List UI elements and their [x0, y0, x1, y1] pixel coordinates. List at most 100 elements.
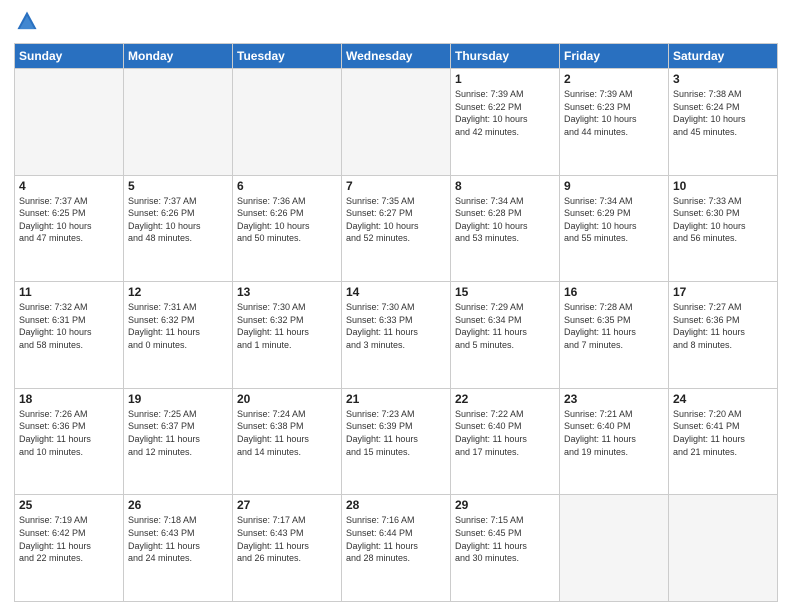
logo-icon [16, 10, 38, 32]
day-number: 24 [673, 392, 773, 406]
day-info: Sunrise: 7:16 AM Sunset: 6:44 PM Dayligh… [346, 514, 446, 564]
calendar-cell: 8 Sunrise: 7:34 AM Sunset: 6:28 PM Daylig… [451, 175, 560, 282]
calendar-cell: 16 Sunrise: 7:28 AM Sunset: 6:35 PM Dayli… [560, 282, 669, 389]
col-header-wednesday: Wednesday [342, 44, 451, 69]
calendar-cell: 9 Sunrise: 7:34 AM Sunset: 6:29 PM Daylig… [560, 175, 669, 282]
day-number: 21 [346, 392, 446, 406]
calendar-cell: 19 Sunrise: 7:25 AM Sunset: 6:37 PM Dayli… [124, 388, 233, 495]
calendar-cell: 24 Sunrise: 7:20 AM Sunset: 6:41 PM Dayli… [669, 388, 778, 495]
day-number: 1 [455, 72, 555, 86]
calendar-cell [560, 495, 669, 602]
page: SundayMondayTuesdayWednesdayThursdayFrid… [0, 0, 792, 612]
calendar-cell: 29Sunrise: 7:15 AM Sunset: 6:45 PM Dayli… [451, 495, 560, 602]
calendar-cell: 15Sunrise: 7:29 AM Sunset: 6:34 PM Dayli… [451, 282, 560, 389]
day-number: 19 [128, 392, 228, 406]
day-number: 10 [673, 179, 773, 193]
day-info: Sunrise: 7:35 AM Sunset: 6:27 PM Dayligh… [346, 195, 446, 245]
day-number: 23 [564, 392, 664, 406]
day-info: Sunrise: 7:24 AM Sunset: 6:38 PM Dayligh… [237, 408, 337, 458]
logo [14, 14, 38, 37]
day-info: Sunrise: 7:19 AM Sunset: 6:42 PM Dayligh… [19, 514, 119, 564]
day-info: Sunrise: 7:39 AM Sunset: 6:22 PM Dayligh… [455, 88, 555, 138]
day-number: 9 [564, 179, 664, 193]
day-number: 18 [19, 392, 119, 406]
day-info: Sunrise: 7:31 AM Sunset: 6:32 PM Dayligh… [128, 301, 228, 351]
day-number: 25 [19, 498, 119, 512]
day-number: 20 [237, 392, 337, 406]
calendar-cell: 1 Sunrise: 7:39 AM Sunset: 6:22 PM Daylig… [451, 69, 560, 176]
col-header-friday: Friday [560, 44, 669, 69]
calendar-week-row: 18 Sunrise: 7:26 AM Sunset: 6:36 PM Dayli… [15, 388, 778, 495]
day-number: 15 [455, 285, 555, 299]
day-number: 28 [346, 498, 446, 512]
day-info: Sunrise: 7:18 AM Sunset: 6:43 PM Dayligh… [128, 514, 228, 564]
calendar-cell: 18 Sunrise: 7:26 AM Sunset: 6:36 PM Dayli… [15, 388, 124, 495]
day-number: 3 [673, 72, 773, 86]
calendar-cell: 12Sunrise: 7:31 AM Sunset: 6:32 PM Dayli… [124, 282, 233, 389]
calendar-cell: 2 Sunrise: 7:39 AM Sunset: 6:23 PM Daylig… [560, 69, 669, 176]
day-number: 11 [19, 285, 119, 299]
day-info: Sunrise: 7:15 AM Sunset: 6:45 PM Dayligh… [455, 514, 555, 564]
day-info: Sunrise: 7:27 AM Sunset: 6:36 PM Dayligh… [673, 301, 773, 351]
calendar-header-row: SundayMondayTuesdayWednesdayThursdayFrid… [15, 44, 778, 69]
day-number: 5 [128, 179, 228, 193]
day-info: Sunrise: 7:39 AM Sunset: 6:23 PM Dayligh… [564, 88, 664, 138]
day-info: Sunrise: 7:38 AM Sunset: 6:24 PM Dayligh… [673, 88, 773, 138]
calendar-cell: 28 Sunrise: 7:16 AM Sunset: 6:44 PM Dayli… [342, 495, 451, 602]
day-info: Sunrise: 7:21 AM Sunset: 6:40 PM Dayligh… [564, 408, 664, 458]
calendar: SundayMondayTuesdayWednesdayThursdayFrid… [14, 43, 778, 602]
col-header-monday: Monday [124, 44, 233, 69]
calendar-cell: 23 Sunrise: 7:21 AM Sunset: 6:40 PM Dayli… [560, 388, 669, 495]
day-info: Sunrise: 7:30 AM Sunset: 6:32 PM Dayligh… [237, 301, 337, 351]
day-number: 8 [455, 179, 555, 193]
day-info: Sunrise: 7:23 AM Sunset: 6:39 PM Dayligh… [346, 408, 446, 458]
calendar-cell: 4 Sunrise: 7:37 AM Sunset: 6:25 PM Daylig… [15, 175, 124, 282]
calendar-week-row: 25 Sunrise: 7:19 AM Sunset: 6:42 PM Dayli… [15, 495, 778, 602]
day-info: Sunrise: 7:20 AM Sunset: 6:41 PM Dayligh… [673, 408, 773, 458]
col-header-tuesday: Tuesday [233, 44, 342, 69]
day-info: Sunrise: 7:37 AM Sunset: 6:25 PM Dayligh… [19, 195, 119, 245]
day-info: Sunrise: 7:26 AM Sunset: 6:36 PM Dayligh… [19, 408, 119, 458]
day-number: 2 [564, 72, 664, 86]
calendar-week-row: 4 Sunrise: 7:37 AM Sunset: 6:25 PM Daylig… [15, 175, 778, 282]
day-info: Sunrise: 7:30 AM Sunset: 6:33 PM Dayligh… [346, 301, 446, 351]
calendar-cell: 13 Sunrise: 7:30 AM Sunset: 6:32 PM Dayli… [233, 282, 342, 389]
day-number: 27 [237, 498, 337, 512]
calendar-cell: 25 Sunrise: 7:19 AM Sunset: 6:42 PM Dayli… [15, 495, 124, 602]
col-header-thursday: Thursday [451, 44, 560, 69]
calendar-cell: 3 Sunrise: 7:38 AM Sunset: 6:24 PM Daylig… [669, 69, 778, 176]
day-info: Sunrise: 7:22 AM Sunset: 6:40 PM Dayligh… [455, 408, 555, 458]
day-info: Sunrise: 7:36 AM Sunset: 6:26 PM Dayligh… [237, 195, 337, 245]
calendar-cell [233, 69, 342, 176]
day-info: Sunrise: 7:25 AM Sunset: 6:37 PM Dayligh… [128, 408, 228, 458]
header [14, 10, 778, 37]
day-info: Sunrise: 7:33 AM Sunset: 6:30 PM Dayligh… [673, 195, 773, 245]
calendar-cell: 21 Sunrise: 7:23 AM Sunset: 6:39 PM Dayli… [342, 388, 451, 495]
day-info: Sunrise: 7:34 AM Sunset: 6:28 PM Dayligh… [455, 195, 555, 245]
day-info: Sunrise: 7:17 AM Sunset: 6:43 PM Dayligh… [237, 514, 337, 564]
day-number: 22 [455, 392, 555, 406]
calendar-cell: 20 Sunrise: 7:24 AM Sunset: 6:38 PM Dayli… [233, 388, 342, 495]
calendar-cell: 22 Sunrise: 7:22 AM Sunset: 6:40 PM Dayli… [451, 388, 560, 495]
calendar-cell: 6Sunrise: 7:36 AM Sunset: 6:26 PM Daylig… [233, 175, 342, 282]
day-number: 7 [346, 179, 446, 193]
day-info: Sunrise: 7:28 AM Sunset: 6:35 PM Dayligh… [564, 301, 664, 351]
calendar-week-row: 1 Sunrise: 7:39 AM Sunset: 6:22 PM Daylig… [15, 69, 778, 176]
day-number: 17 [673, 285, 773, 299]
day-info: Sunrise: 7:32 AM Sunset: 6:31 PM Dayligh… [19, 301, 119, 351]
col-header-saturday: Saturday [669, 44, 778, 69]
calendar-cell [15, 69, 124, 176]
day-number: 16 [564, 285, 664, 299]
day-number: 4 [19, 179, 119, 193]
calendar-cell: 14 Sunrise: 7:30 AM Sunset: 6:33 PM Dayli… [342, 282, 451, 389]
calendar-cell: 11 Sunrise: 7:32 AM Sunset: 6:31 PM Dayli… [15, 282, 124, 389]
day-number: 14 [346, 285, 446, 299]
calendar-cell: 5Sunrise: 7:37 AM Sunset: 6:26 PM Daylig… [124, 175, 233, 282]
calendar-week-row: 11 Sunrise: 7:32 AM Sunset: 6:31 PM Dayli… [15, 282, 778, 389]
calendar-cell: 10 Sunrise: 7:33 AM Sunset: 6:30 PM Dayli… [669, 175, 778, 282]
day-number: 26 [128, 498, 228, 512]
day-number: 13 [237, 285, 337, 299]
calendar-cell: 26 Sunrise: 7:18 AM Sunset: 6:43 PM Dayli… [124, 495, 233, 602]
calendar-cell: 7 Sunrise: 7:35 AM Sunset: 6:27 PM Daylig… [342, 175, 451, 282]
day-info: Sunrise: 7:34 AM Sunset: 6:29 PM Dayligh… [564, 195, 664, 245]
